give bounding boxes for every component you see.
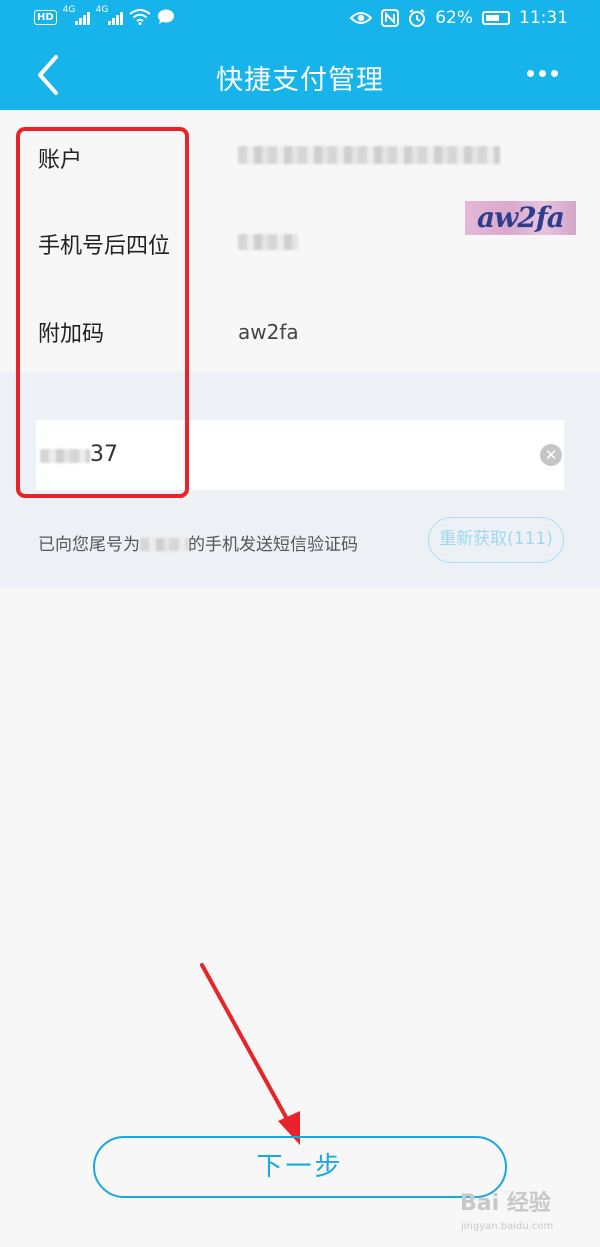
watermark-logo: Bai 经验: [460, 1191, 551, 1216]
wifi-icon: [129, 9, 151, 25]
eye-icon: [350, 12, 373, 24]
clear-input-button[interactable]: ✕: [540, 444, 562, 466]
phone-tail-redacted: [140, 537, 188, 551]
alarm-icon: [409, 9, 426, 27]
baidu-jingyan-watermark: Bai 经验 jingyan.baidu.com: [455, 1185, 595, 1245]
extra-code-value: aw2fa: [238, 320, 299, 344]
captcha-text: aw2fa: [477, 201, 565, 234]
captcha-image[interactable]: aw2fa: [465, 201, 576, 235]
more-dot-icon: [527, 70, 534, 77]
annotation-highlight-box: [16, 127, 189, 498]
signal-icon: 4G: [63, 5, 90, 25]
nfc-icon: [381, 9, 400, 27]
chat-bubble-icon: [157, 9, 174, 24]
clock: 11:31: [519, 8, 568, 28]
hd-badge: HD: [34, 9, 57, 25]
watermark-url: jingyan.baidu.com: [461, 1221, 554, 1232]
more-dot-icon: [551, 70, 558, 77]
battery-percent: 62%: [435, 8, 473, 28]
page-title: 快捷支付管理: [216, 65, 384, 96]
sms-notice-suffix: 的手机发送短信验证码: [188, 535, 358, 555]
status-bar: HD 4G 4G 62% 11:31: [0, 0, 600, 40]
phone-last-four-redacted: [238, 234, 298, 250]
status-right: 62% 11:31: [350, 8, 568, 28]
close-icon: ✕: [544, 446, 558, 464]
sms-notice-prefix: 已向您尾号为: [38, 535, 140, 555]
more-dot-icon: [539, 70, 546, 77]
nav-header: 快捷支付管理: [0, 40, 600, 110]
next-step-button[interactable]: 下一步: [93, 1136, 507, 1198]
more-menu-button[interactable]: [527, 70, 558, 77]
battery-icon: [482, 11, 510, 25]
resend-code-button[interactable]: 重新获取(111): [428, 517, 564, 563]
status-left: HD 4G 4G: [34, 5, 175, 25]
sms-sent-notice: 已向您尾号为 的手机发送短信验证码: [38, 530, 358, 555]
account-value-redacted: [238, 146, 500, 164]
signal-icon-2: 4G: [96, 5, 123, 25]
